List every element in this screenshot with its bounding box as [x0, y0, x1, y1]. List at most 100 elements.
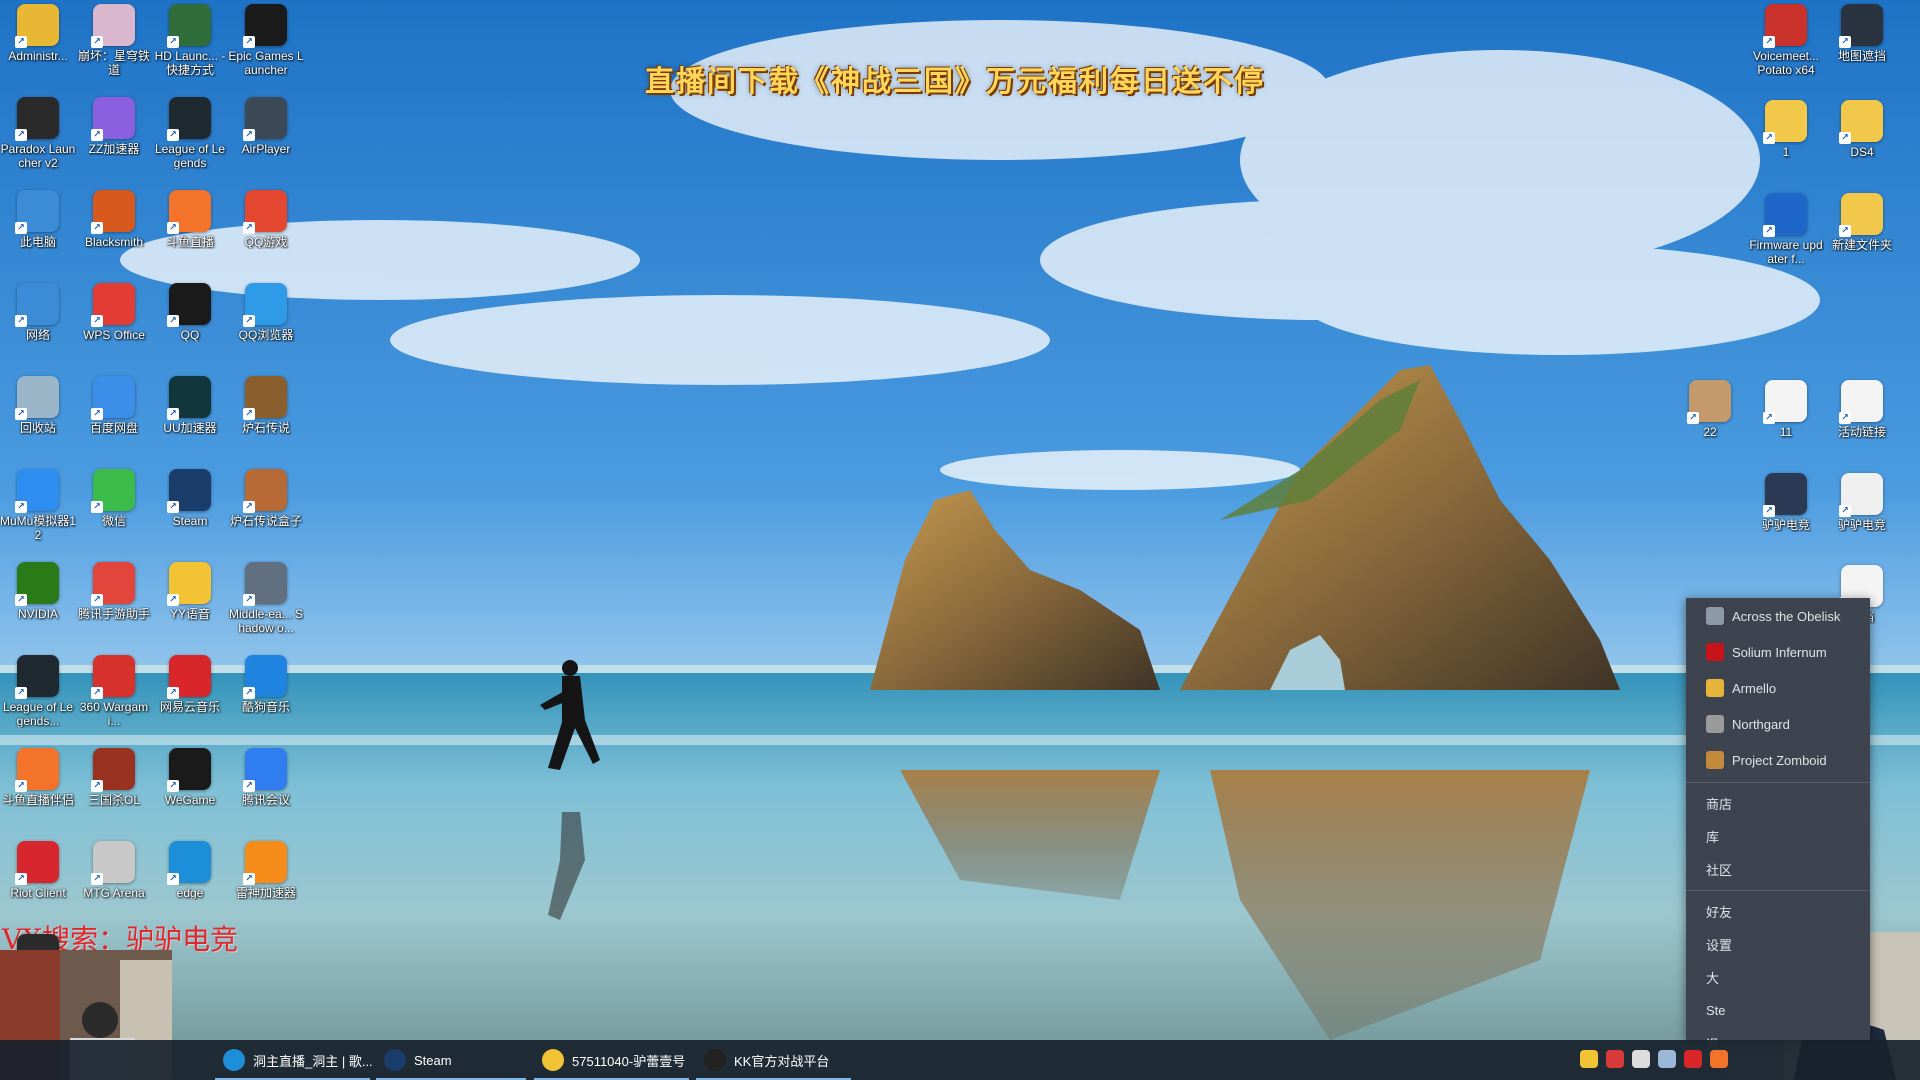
desktop-shortcut[interactable]: ↗ 崩坏：星穹铁道	[76, 4, 152, 96]
desktop-shortcut[interactable]: ↗ WPS Office	[76, 283, 152, 375]
desktop-shortcut[interactable]: ↗ 腾讯会议	[228, 748, 304, 840]
steam-menu-item[interactable]: 设置	[1686, 928, 1870, 961]
desktop-shortcut[interactable]: ↗ 回收站	[0, 376, 76, 468]
desktop-shortcut[interactable]: ↗ 11	[1748, 380, 1824, 472]
desktop-shortcut[interactable]: ↗ AirPlayer	[228, 97, 304, 189]
taskbar-app[interactable]: 57511040-驴蕾壹号	[534, 1040, 689, 1080]
desktop-shortcut[interactable]: ↗ 斗鱼直播	[152, 190, 228, 282]
desktop-shortcut[interactable]: ↗ League of Legends...	[0, 655, 76, 747]
kk-platform-icon	[704, 1049, 726, 1071]
desktop-shortcut[interactable]: ↗ 此电脑	[0, 190, 76, 282]
desktop-shortcut[interactable]: ↗ 1	[1748, 100, 1824, 192]
steam-recent-game[interactable]: Project Zomboid	[1686, 742, 1870, 778]
steam-recent-game[interactable]: Armello	[1686, 670, 1870, 706]
taskbar: 洞主直播_洞主 | 歌... Steam 57511040-驴蕾壹号 KK官方对战平台	[0, 1040, 1920, 1080]
shortcut-arrow-icon: ↗	[167, 315, 179, 327]
desktop-shortcut[interactable]: ↗ Paradox Launcher v2	[0, 97, 76, 189]
desktop-icon-label: QQ游戏	[244, 235, 288, 249]
desktop-shortcut[interactable]: ↗ Administr...	[0, 4, 76, 96]
desktop-shortcut[interactable]: ↗ 腾讯手游助手	[76, 562, 152, 654]
desktop-icon-label: Middle-ea... Shadow o...	[228, 607, 304, 635]
yy-tray-icon[interactable]	[1580, 1050, 1598, 1068]
desktop-shortcut[interactable]: ↗ 炉石传说盒子	[228, 469, 304, 561]
desktop-shortcut[interactable]: ↗ 斗鱼直播伴侣	[0, 748, 76, 840]
desktop-shortcut[interactable]: ↗ 驴驴电竞	[1748, 473, 1824, 565]
desktop-shortcut[interactable]: ↗ ZZ加速器	[76, 97, 152, 189]
desktop-shortcut[interactable]: ↗ 百度网盘	[76, 376, 152, 468]
desktop-shortcut[interactable]: ↗ 360 Wargami...	[76, 655, 152, 747]
hearthstone-box-icon: ↗	[243, 469, 287, 513]
netease-tray-icon[interactable]	[1684, 1050, 1702, 1068]
shortcut-arrow-icon: ↗	[167, 501, 179, 513]
desktop-shortcut[interactable]: ↗ MTG Arena	[76, 841, 152, 933]
shortcut-arrow-icon: ↗	[1839, 225, 1851, 237]
desktop-shortcut[interactable]: ↗ Voicemeet... Potato x64	[1748, 4, 1824, 96]
desktop-shortcut[interactable]: ↗ WeGame	[152, 748, 228, 840]
desktop-shortcut[interactable]: ↗ Middle-ea... Shadow o...	[228, 562, 304, 654]
shortcut-arrow-icon: ↗	[15, 222, 27, 234]
mumu-icon: ↗	[15, 469, 59, 513]
desktop-shortcut[interactable]: ↗ 新建文件夹	[1824, 193, 1900, 285]
recycle-bin-icon: ↗	[15, 376, 59, 420]
desktop-icon-label: Paradox Launcher v2	[0, 142, 76, 170]
shortcut-arrow-icon: ↗	[15, 315, 27, 327]
steam-tray-icon[interactable]	[1658, 1050, 1676, 1068]
desktop-shortcut[interactable]: ↗ 雷神加速器	[228, 841, 304, 933]
douyu-companion-icon: ↗	[15, 748, 59, 792]
desktop-shortcut[interactable]: ↗ QQ游戏	[228, 190, 304, 282]
shortcut-arrow-icon: ↗	[167, 408, 179, 420]
steam-menu-item[interactable]: Ste	[1686, 994, 1870, 1027]
steam-menu-item[interactable]: 社区	[1686, 853, 1870, 886]
shortcut-arrow-icon: ↗	[1839, 132, 1851, 144]
yy-voice-icon	[542, 1049, 564, 1071]
desktop-shortcut[interactable]: ↗ 网易云音乐	[152, 655, 228, 747]
desktop-shortcut[interactable]: ↗ UU加速器	[152, 376, 228, 468]
riot-client-icon: ↗	[15, 841, 59, 885]
desktop-shortcut[interactable]: ↗ HD Launc... - 快捷方式	[152, 4, 228, 96]
kk-tray-icon[interactable]	[1632, 1050, 1650, 1068]
douyu-tray-icon[interactable]	[1710, 1050, 1728, 1068]
desktop-shortcut[interactable]: ↗ Steam	[152, 469, 228, 561]
shortcut-arrow-icon: ↗	[243, 408, 255, 420]
desktop-shortcut[interactable]: ↗ Firmware updater f...	[1748, 193, 1824, 285]
desktop-shortcut[interactable]: ↗ 22	[1672, 380, 1748, 472]
desktop-shortcut[interactable]: ↗ 炉石传说	[228, 376, 304, 468]
desktop-shortcut[interactable]: ↗ 地图遮挡	[1824, 4, 1900, 96]
desktop-shortcut[interactable]: ↗ edge	[152, 841, 228, 933]
taskbar-app[interactable]: Steam	[376, 1040, 526, 1080]
steam-game-label: Armello	[1732, 680, 1777, 696]
desktop-shortcut[interactable]: ↗ 网络	[0, 283, 76, 375]
desktop-shortcut[interactable]: ↗ QQ	[152, 283, 228, 375]
shortcut-arrow-icon: ↗	[15, 129, 27, 141]
desktop-shortcut[interactable]: ↗ 微信	[76, 469, 152, 561]
desktop-shortcut[interactable]: ↗ Epic Games Launcher	[228, 4, 304, 96]
steam-recent-game[interactable]: Across the Obelisk	[1686, 598, 1870, 634]
desktop-shortcut[interactable]: ↗ MuMu模拟器12	[0, 469, 76, 561]
steam-recent-game[interactable]: Solium Infernum	[1686, 634, 1870, 670]
steam-menu-item[interactable]: 好友	[1686, 895, 1870, 928]
steam-recent-game[interactable]: Northgard	[1686, 706, 1870, 742]
desktop-icon-label: 三国杀OL	[87, 793, 140, 807]
armello-icon	[1706, 679, 1724, 697]
yy-voice-icon: ↗	[167, 562, 211, 606]
desktop-shortcut[interactable]: ↗ Riot Client	[0, 841, 76, 933]
steam-menu-item[interactable]: 大	[1686, 961, 1870, 994]
sanguosha-icon: ↗	[91, 748, 135, 792]
desktop-shortcut[interactable]: ↗ 驴驴电竞	[1824, 473, 1900, 565]
desktop-icon-label: HD Launc... - 快捷方式	[154, 49, 226, 77]
desktop-shortcut[interactable]: ↗ NVIDIA	[0, 562, 76, 654]
taskbar-app[interactable]: 洞主直播_洞主 | 歌...	[215, 1040, 373, 1080]
desktop-shortcut[interactable]: ↗ QQ浏览器	[228, 283, 304, 375]
steam-menu-item[interactable]: 库	[1686, 820, 1870, 853]
desktop-shortcut[interactable]: ↗ YY语音	[152, 562, 228, 654]
voicemeeter-tray-icon[interactable]	[1606, 1050, 1624, 1068]
uu-accelerator-icon: ↗	[167, 376, 211, 420]
desktop-shortcut[interactable]: ↗ 活动链接	[1824, 380, 1900, 472]
taskbar-app[interactable]: KK官方对战平台	[696, 1040, 851, 1080]
desktop-shortcut[interactable]: ↗ DS4	[1824, 100, 1900, 192]
steam-menu-item[interactable]: 商店	[1686, 787, 1870, 820]
desktop-shortcut[interactable]: ↗ Blacksmith	[76, 190, 152, 282]
desktop-shortcut[interactable]: ↗ League of Legends	[152, 97, 228, 189]
desktop-shortcut[interactable]: ↗ 酷狗音乐	[228, 655, 304, 747]
desktop-shortcut[interactable]: ↗ 三国杀OL	[76, 748, 152, 840]
